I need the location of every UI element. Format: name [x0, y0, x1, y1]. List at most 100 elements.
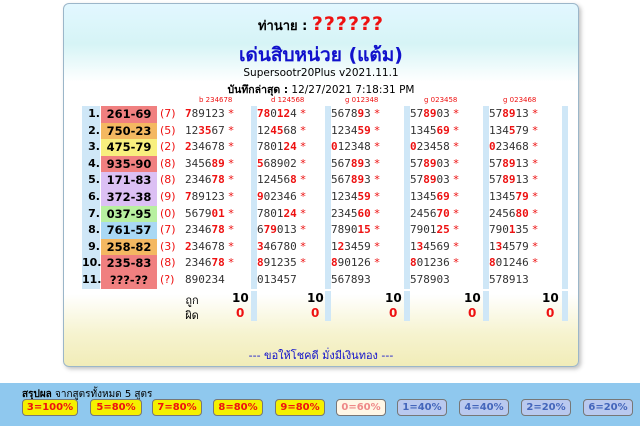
hit-star: * — [227, 239, 235, 253]
column-separator — [562, 139, 568, 156]
summary-pill[interactable]: 7=80% — [152, 399, 202, 416]
digit-set: 123459 * — [331, 238, 397, 256]
hit-star: * — [452, 140, 460, 154]
hit-star: * — [531, 123, 539, 137]
hit-star: * — [227, 140, 235, 154]
prediction-card: ท่านาย : ?????? เด่นสิบหน่วย (แต้ม) Supe… — [63, 3, 579, 367]
summary-pill[interactable]: 1=40% — [397, 399, 447, 416]
column-header: g 023468 — [503, 96, 537, 104]
hit-count: (7) — [160, 223, 176, 237]
summary-pill[interactable]: 8=80% — [213, 399, 263, 416]
hit-digits: 1 — [508, 223, 516, 237]
hit-star: * — [227, 123, 235, 137]
digit-set: 134569 * — [410, 122, 476, 140]
hit-star: * — [299, 239, 307, 253]
column-separator — [483, 222, 489, 239]
column-separator — [251, 155, 257, 173]
column-separator — [251, 205, 257, 223]
summary-pill[interactable]: 3=100% — [22, 399, 78, 416]
hit-digits: 80 — [515, 206, 529, 220]
hit-star: * — [227, 173, 235, 187]
result-rows: 1. 261-69 (7) 789123 * 780124 * 567893 * 578903 * 5… — [82, 106, 568, 290]
hit-total: 10 — [385, 290, 402, 305]
hit-digits: 01 — [211, 206, 225, 220]
digits: 01236 — [416, 256, 450, 270]
column-separator — [483, 188, 489, 206]
hit-digits: 0 — [331, 140, 338, 154]
hit-star: * — [299, 223, 307, 237]
hit-count: (9) — [160, 189, 176, 203]
column-separator — [483, 122, 489, 140]
page-title: เด่นสิบหน่วย (แต้ม) — [239, 44, 403, 66]
digit-set: 234560 * — [331, 205, 397, 223]
digits: 01246 — [495, 256, 529, 270]
number-pair: 171-83 — [101, 172, 157, 190]
hit-digits: 25 — [436, 223, 450, 237]
digits: 3 — [364, 173, 371, 187]
digit-set: 023468 * — [489, 139, 555, 156]
hit-star: * — [299, 256, 307, 270]
column-separator — [562, 222, 568, 239]
hit-digits: 9 — [257, 189, 264, 203]
number-pair: ???-?? — [101, 271, 157, 290]
digits: 57 — [410, 173, 424, 187]
digits: 134 — [489, 123, 509, 137]
digits: 2346 — [185, 256, 212, 270]
summary-pill[interactable]: 6=20% — [583, 399, 633, 416]
hit-digits: 12 — [276, 107, 291, 120]
column-separator — [325, 106, 331, 123]
column-separator — [483, 238, 489, 256]
digits: 790 — [489, 223, 509, 237]
hit-digits: 78 — [211, 256, 225, 270]
digit-set: 578913 * — [489, 106, 555, 123]
column-separator — [251, 172, 257, 189]
hit-digits: 5 — [508, 123, 516, 137]
hit-star: * — [452, 123, 460, 137]
row-number: 9. — [82, 238, 100, 256]
digit-set: 679013 * — [257, 222, 323, 239]
column-separator — [251, 122, 257, 140]
digits: 4 — [290, 107, 297, 120]
hit-count: (3) — [160, 239, 176, 253]
summary-pill[interactable]: 0=60% — [336, 399, 386, 416]
hit-digits: 89 — [423, 173, 437, 187]
summary-pill[interactable]: 9=80% — [275, 399, 325, 416]
summary-pill[interactable]: 2=20% — [521, 399, 571, 416]
blessing-text: --- ขอให้โชคดี มั่งมีเงินทอง --- — [248, 349, 394, 362]
summary-pill[interactable]: 5=80% — [90, 399, 142, 416]
digits: 23458 — [416, 140, 450, 154]
hit-count: (0) — [160, 206, 176, 220]
digits: 35 — [515, 223, 529, 237]
hit-star: * — [373, 239, 381, 253]
digits: 57 — [489, 156, 503, 170]
hit-star: * — [452, 189, 460, 203]
digits: 12 — [185, 123, 199, 137]
hit-digits: 59 — [357, 189, 371, 203]
hit-digits: 8 — [410, 256, 417, 270]
prophet-label: ท่านาย : — [257, 19, 308, 34]
hit-count: (7) — [160, 107, 176, 120]
digit-set: 234678 * — [185, 222, 251, 239]
digits: 89123 — [191, 107, 225, 120]
digit-set: 789123 * — [185, 106, 251, 123]
column-separator — [562, 255, 568, 272]
summary-pill[interactable]: 4=40% — [459, 399, 509, 416]
summary-bar: สรุปผล จากสูตรทั้งหมด 5 สูตร 3=100% 5=80%… — [0, 383, 640, 426]
digit-set: 134579 * — [489, 188, 555, 206]
number-pair: 935-90 — [101, 155, 157, 174]
result-row: 2. 750-23 (5) 123567 * 124568 * 123459 * 134569 * 1… — [82, 122, 568, 141]
digits: 1345 — [410, 189, 437, 203]
hit-star: * — [373, 156, 381, 170]
digit-set: 567901 * — [185, 205, 251, 223]
hit-star: * — [373, 123, 381, 137]
digit-set: 801236 * — [410, 255, 476, 272]
digit-set: 123459 * — [331, 188, 397, 206]
column-separator — [325, 290, 331, 321]
result-row: 3. 475-79 (2) 234678 * 780124 * 012348 * 023458 * 0… — [82, 139, 568, 157]
hit-digits: 7 — [185, 189, 192, 203]
hit-star: * — [452, 223, 460, 237]
hit-star: * — [452, 173, 460, 187]
hit-star: * — [452, 156, 460, 170]
hit-digits: 89 — [502, 173, 516, 187]
digit-set: 578903 * — [410, 172, 476, 189]
